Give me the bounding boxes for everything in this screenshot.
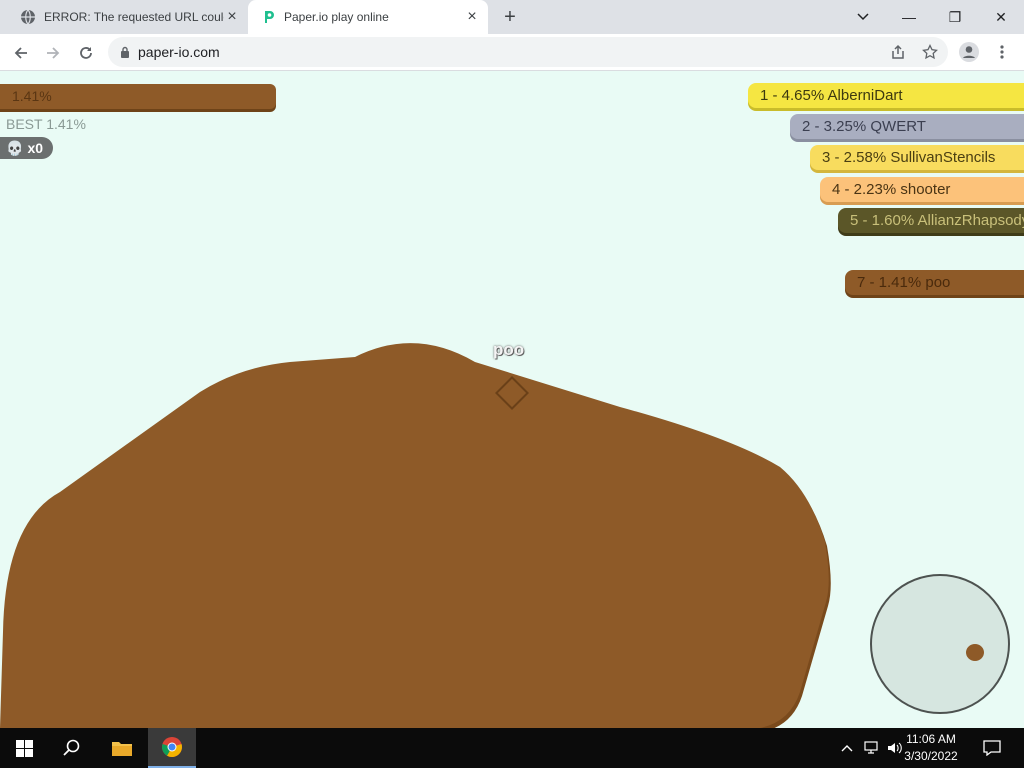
leaderboard-entry: 5 - 1.60% AllianzRhapsody (850, 212, 1024, 229)
more-menu-icon[interactable] (990, 40, 1014, 64)
notifications-icon[interactable] (978, 728, 1006, 768)
globe-icon (20, 9, 36, 25)
leaderboard-row: 7 - 1.41% poo (845, 270, 1024, 295)
chrome-taskbar-icon[interactable] (148, 728, 196, 768)
leaderboard-row: 4 - 2.23% shooter (820, 177, 1024, 202)
clock-date: 3/30/2022 (904, 749, 958, 763)
skull-icon: 💀 (6, 139, 24, 156)
minimap (870, 574, 1010, 714)
leaderboard-entry: 4 - 2.23% shooter (832, 181, 951, 198)
new-tab-icon[interactable]: + (500, 7, 520, 27)
search-icon[interactable] (48, 728, 96, 768)
system-clock[interactable]: 11:06 AM 3/30/2022 (896, 731, 966, 765)
leaderboard-row: 1 - 4.65% AlberniDart (748, 83, 1024, 108)
leaderboard-entry: 7 - 1.41% poo (857, 274, 951, 291)
url-text: paper-io.com (138, 44, 220, 60)
territory-percent: 1.41% (12, 88, 52, 104)
browser-toolbar: paper-io.com (0, 34, 1024, 71)
leaderboard-row: 2 - 3.25% QWERT (790, 114, 1024, 139)
chevron-up-icon[interactable] (838, 728, 856, 768)
windows-taskbar: 11:06 AM 3/30/2022 (0, 728, 1024, 768)
leaderboard-row: 5 - 1.60% AllianzRhapsody (838, 208, 1024, 233)
windows-start-icon[interactable] (0, 728, 48, 768)
player-marker (495, 376, 529, 410)
tab-paperio[interactable]: Paper.io play online × (248, 0, 488, 34)
game-canvas[interactable]: poo 1.41% BEST 1.41% 💀 x0 1 - 4.65% Albe… (0, 72, 1024, 728)
maximize-button[interactable]: ❐ (932, 0, 978, 34)
leaderboard-entry: 3 - 2.58% SullivanStencils (822, 149, 996, 166)
kills-count: x0 (27, 140, 44, 156)
back-arrow-icon[interactable] (8, 40, 34, 66)
minimize-button[interactable]: — (886, 0, 932, 34)
leaderboard-entry: 2 - 3.25% QWERT (802, 118, 926, 135)
close-tab-icon[interactable]: × (464, 9, 480, 25)
network-icon[interactable] (860, 728, 882, 768)
share-icon[interactable] (886, 40, 910, 64)
file-explorer-icon[interactable] (98, 728, 146, 768)
reload-icon[interactable] (73, 40, 99, 66)
close-tab-icon[interactable]: × (224, 9, 240, 25)
tab-title: Paper.io play online (284, 10, 389, 24)
bookmark-star-icon[interactable] (918, 40, 942, 64)
leaderboard-entry: 1 - 4.65% AlberniDart (760, 87, 903, 104)
profile-avatar-icon[interactable] (957, 40, 981, 64)
minimap-player-dot (966, 644, 984, 661)
kills-counter: 💀 x0 (0, 137, 53, 159)
leaderboard-row: 3 - 2.58% SullivanStencils (810, 145, 1024, 170)
tab-title: ERROR: The requested URL could (44, 10, 224, 24)
close-window-button[interactable]: ✕ (978, 0, 1024, 34)
clock-time: 11:06 AM (906, 732, 956, 746)
best-score: BEST 1.41% (6, 116, 86, 132)
player-name-label: poo (493, 340, 525, 359)
lock-icon[interactable] (120, 46, 130, 58)
address-bar[interactable]: paper-io.com (108, 37, 948, 67)
browser-tab-strip: ERROR: The requested URL could × Paper.i… (0, 0, 1024, 34)
forward-arrow-icon[interactable] (40, 40, 66, 66)
tab-search-chevron-icon[interactable] (840, 0, 886, 34)
paperio-icon (260, 9, 276, 25)
tab-error[interactable]: ERROR: The requested URL could × (8, 0, 248, 34)
